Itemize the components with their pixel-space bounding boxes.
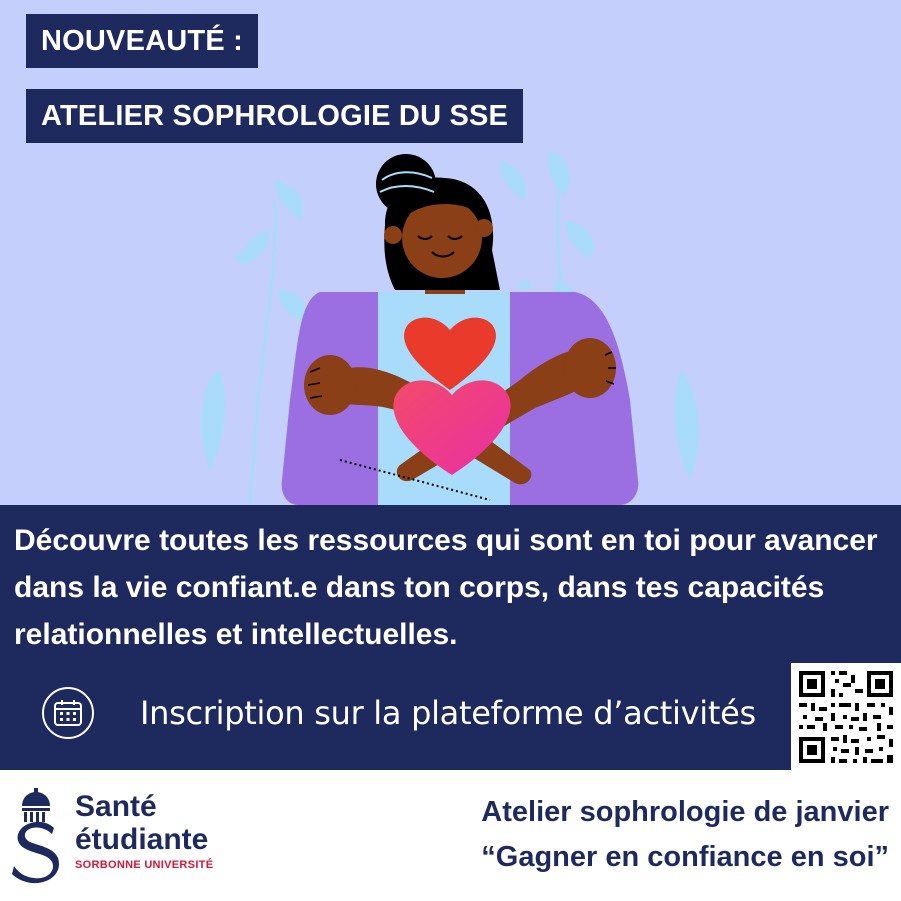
ear bbox=[475, 219, 493, 237]
event-info: Atelier sophrologie de janvier “Gagner e… bbox=[481, 790, 889, 880]
calendar-icon bbox=[42, 687, 94, 739]
new-badge: NOUVEAUTÉ : bbox=[26, 14, 258, 68]
self-hug-illustration bbox=[201, 150, 699, 505]
event-title: Atelier sophrologie de janvier bbox=[481, 796, 889, 828]
brand-name: Santé étudiante bbox=[75, 790, 208, 856]
description-text: Découvre toutes les ressources qui sont … bbox=[14, 524, 878, 651]
qr-code[interactable] bbox=[791, 663, 901, 771]
event-subtitle: “Gagner en confiance en soi” bbox=[481, 841, 889, 873]
hero-banner: NOUVEAUTÉ : ATELIER SOPHROLOGIE DU SSE bbox=[0, 0, 901, 505]
brand-line-2: étudiante bbox=[75, 823, 209, 856]
brand-line-1: Santé bbox=[75, 790, 157, 823]
footer: Santé étudiante SORBONNE UNIVERSITÉ Atel… bbox=[0, 770, 901, 901]
sante-etudiante-logo-icon bbox=[12, 788, 60, 884]
workshop-title: ATELIER SOPHROLOGIE DU SSE bbox=[26, 89, 524, 143]
info-panel: Découvre toutes les ressources qui sont … bbox=[0, 505, 901, 771]
signup-text: Inscription sur la plateforme d’activité… bbox=[140, 694, 756, 732]
brand-subtitle: SORBONNE UNIVERSITÉ bbox=[75, 859, 214, 871]
